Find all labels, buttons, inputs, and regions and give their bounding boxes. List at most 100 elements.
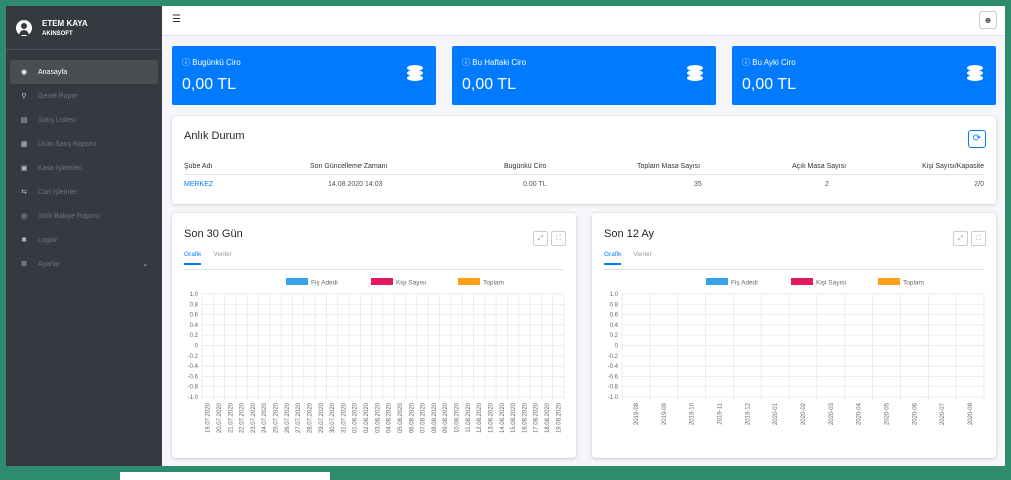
fullscreen-icon: ⛶ <box>976 235 981 242</box>
fullscreen-button[interactable]: ⛶ <box>971 231 986 246</box>
sidebar-item-label: Ürün Satış Raporu <box>38 140 96 148</box>
hamburger-menu-icon[interactable]: ☰ <box>172 14 181 25</box>
legend-swatch <box>286 278 308 285</box>
x-tick-label: 29.07.2020 <box>319 402 325 433</box>
legend-swatch <box>371 278 393 285</box>
stat-box-month: ⓘ Bu Ayki Ciro 0,00 TL <box>732 46 996 105</box>
sidebar-item-5[interactable]: ⇆ Cari İşlemler <box>10 180 158 204</box>
sidebar-item-label: Loglar <box>38 236 58 244</box>
y-tick-label: 0 <box>615 344 619 350</box>
legend-label: Toplam <box>903 280 924 287</box>
sidebar-item-2[interactable]: ▤ Satış Listesi <box>10 108 158 132</box>
sidebar: ETEM KAYA AKINSOFT ◉ Anasayfa ⚲ Genel Rapor… <box>6 6 162 466</box>
sidebar-item-label: Kasa İşlemleri <box>38 164 82 172</box>
x-tick-label: 11.08.2020 <box>466 402 472 432</box>
x-tick-label: 22.07.2020 <box>240 402 246 433</box>
table-cell: 0.00 TL <box>523 181 547 188</box>
x-tick-label: 19.08.2020 <box>556 402 562 433</box>
legend-label: Kişi Sayısı <box>816 280 847 287</box>
x-tick-label: 2020-08 <box>968 402 974 425</box>
stat-title: Bu Ayki Ciro <box>752 58 796 67</box>
x-tick-label: 06.08.2020 <box>409 402 415 433</box>
last-30-days-panel: Son 30 Gün ⤢ ⛶ Grafik Veriler Fiş Adedi Kiş… <box>172 213 576 458</box>
y-tick-label: -0.8 <box>608 385 619 391</box>
expand-icon: ⤢ <box>537 235 544 242</box>
y-tick-label: 0.4 <box>190 323 199 329</box>
info-icon: ⓘ <box>462 58 470 67</box>
x-tick-label: 30.07.2020 <box>330 402 336 433</box>
table-cell: 2 <box>825 181 829 188</box>
sidebar-item-3[interactable]: ▦ Ürün Satış Raporu <box>10 132 158 156</box>
y-tick-label: 0.6 <box>610 313 619 319</box>
x-tick-label: 25.07.2020 <box>274 402 280 433</box>
sidebar-item-0[interactable]: ◉ Anasayfa <box>10 60 158 84</box>
user-name: ETEM KAYA <box>42 18 88 28</box>
panel-title: Son 12 Ay <box>604 228 654 240</box>
stat-value: 0,00 TL <box>462 76 516 93</box>
x-tick-label: 31.07.2020 <box>341 402 347 433</box>
panel-title: Son 30 Gün <box>184 228 243 240</box>
table-cell: 14.08.2020 14:03 <box>328 181 383 188</box>
y-tick-label: -1.0 <box>608 395 619 401</box>
sidebar-item-label: Cari İşlemler <box>38 188 78 196</box>
x-tick-label: 21.07.2020 <box>228 402 234 433</box>
x-tick-label: 2019-09 <box>662 402 668 425</box>
x-tick-label: 2020-06 <box>912 402 918 425</box>
expand-button[interactable]: ⤢ <box>953 231 968 246</box>
user-company: AKINSOFT <box>42 30 73 37</box>
sidebar-item-6[interactable]: ◎ Stok Bakiye Raporu <box>10 204 158 228</box>
last-12-months-panel: Son 12 Ay ⤢ ⛶ Grafik Veriler Fiş Adedi Kişi… <box>592 213 996 458</box>
y-tick-label: 1.0 <box>610 292 619 298</box>
user-panel[interactable]: ETEM KAYA AKINSOFT <box>6 6 162 50</box>
user-menu-button[interactable]: ☻ <box>979 11 997 29</box>
gear-icon: ⚙ <box>20 261 28 268</box>
sidebar-menu: ◉ Anasayfa ⚲ Genel Rapor ▤ Satış Listesi ▦ Ürün… <box>6 60 162 276</box>
x-tick-label: 19.07.2020 <box>206 402 212 433</box>
bottom-strip <box>120 472 330 480</box>
chevron-down-icon: ⌄ <box>142 261 148 268</box>
x-tick-label: 08.08.2020 <box>432 402 438 433</box>
info-icon: ⓘ <box>182 58 190 67</box>
x-tick-label: 2020-07 <box>940 402 946 425</box>
x-tick-label: 13.08.2020 <box>488 402 494 433</box>
x-tick-label: 16.08.2020 <box>522 402 528 433</box>
refresh-button[interactable]: ⟳ <box>968 130 986 148</box>
expand-button[interactable]: ⤢ <box>533 231 548 246</box>
column-header: Son Güncelleme Zamanı <box>310 163 388 170</box>
tab-grafik[interactable]: Grafik <box>604 251 622 265</box>
cash-register-icon: ▣ <box>20 165 28 172</box>
tab-grafik[interactable]: Grafik <box>184 251 202 265</box>
x-tick-label: 04.08.2020 <box>387 402 393 433</box>
tab-veriler[interactable]: Veriler <box>213 251 231 263</box>
x-tick-label: 17.08.2020 <box>534 402 540 433</box>
coins-icon <box>404 62 426 82</box>
sidebar-item-label: Satış Listesi <box>38 116 76 124</box>
x-tick-label: 2019-11 <box>717 402 723 424</box>
x-tick-label: 18.08.2020 <box>545 402 551 433</box>
column-header: Toplam Masa Sayısı <box>637 163 701 170</box>
branch-link[interactable]: MERKEZ <box>184 181 213 188</box>
column-header: Bugünkü Ciro <box>504 163 547 170</box>
user-avatar-icon <box>16 19 32 36</box>
sidebar-item-7[interactable]: ✱ Loglar <box>10 228 158 252</box>
y-tick-label: 0.8 <box>190 302 199 308</box>
x-tick-label: 12.08.2020 <box>477 402 483 433</box>
card-title: Anlık Durum <box>184 130 245 142</box>
accounts-icon: ⇆ <box>21 189 27 196</box>
sidebar-item-8[interactable]: ⚙ Ayarlar ⌄ <box>10 252 158 276</box>
x-tick-label: 26.07.2020 <box>285 402 291 433</box>
column-header: Kişi Sayısı/Kapasite <box>922 163 984 170</box>
chart-30-days: Fiş Adedi Kişi Sayısı Toplam 1.0 0.8 0.6 0.4 0.… <box>188 278 565 433</box>
table-cell: 35 <box>694 181 702 188</box>
expand-icon: ⤢ <box>957 235 964 242</box>
x-tick-label: 07.08.2020 <box>421 402 427 433</box>
x-tick-label: 2019-08 <box>634 402 640 425</box>
y-tick-label: 0.2 <box>190 333 199 339</box>
receipt-icon: ▤ <box>20 117 28 124</box>
sidebar-item-1[interactable]: ⚲ Genel Rapor <box>10 84 158 108</box>
sidebar-item-4[interactable]: ▣ Kasa İşlemleri <box>10 156 158 180</box>
column-header: Açık Masa Sayısı <box>792 163 847 170</box>
x-tick-label: 2020-03 <box>829 402 835 425</box>
fullscreen-button[interactable]: ⛶ <box>551 231 566 246</box>
tab-veriler[interactable]: Veriler <box>633 251 651 263</box>
